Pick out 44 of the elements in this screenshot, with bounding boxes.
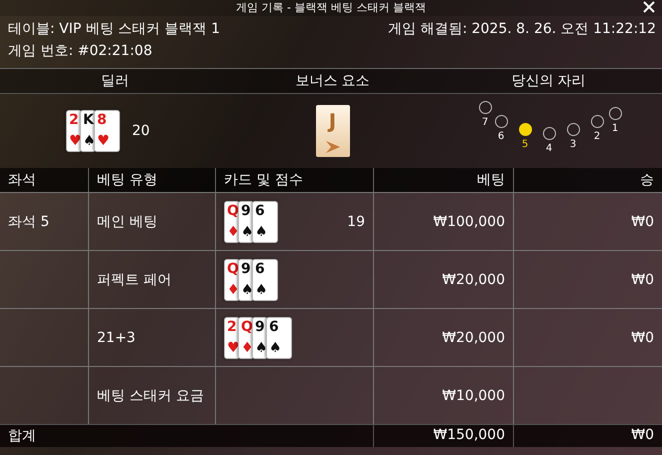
- column-header: 베팅 유형: [88, 168, 215, 192]
- playing-card: 8 ♥: [94, 110, 120, 152]
- table-cell: 21+3: [88, 308, 215, 366]
- hand-score: 19: [347, 212, 365, 232]
- table-cell: ₩0: [513, 250, 662, 308]
- resolved-time: 게임 해결됨: 2025. 8. 26. 오전 11:22:12: [388, 20, 656, 38]
- seat-number: 2: [594, 131, 600, 142]
- seat-number: 3: [570, 139, 576, 150]
- seat-number: 1: [612, 123, 618, 134]
- table-cell: ₩20,000: [373, 308, 513, 366]
- table-cell: ₩100,000: [373, 192, 513, 250]
- playing-card: 6 ♠: [266, 316, 292, 358]
- close-icon: [642, 0, 656, 14]
- bonus-card: J: [316, 105, 350, 157]
- table-cell: 메인 베팅: [88, 192, 215, 250]
- seat-number: 5: [522, 139, 528, 150]
- chevron-icon: [326, 141, 340, 153]
- table-cell: 베팅 스태커 요금: [88, 366, 215, 424]
- column-header: 베팅: [373, 168, 513, 192]
- window-title: 게임 기록 - 블랙잭 베팅 스태커 블랙잭: [236, 1, 426, 15]
- seat-number: 7: [482, 117, 488, 128]
- total-label: 합계: [7, 427, 37, 446]
- total-win: ₩0: [513, 425, 662, 447]
- total-bet: ₩150,000: [373, 425, 513, 447]
- column-header: 딜러: [100, 72, 130, 91]
- seat-number: 6: [498, 131, 504, 142]
- close-button[interactable]: [642, 0, 656, 14]
- playing-card: 6 ♠: [252, 258, 278, 300]
- table-name: 테이블: VIP 베팅 스태커 블랙잭 1: [8, 20, 222, 38]
- column-header: 승: [513, 168, 662, 192]
- column-header: 카드 및 점수: [215, 168, 373, 192]
- game-number: 게임 번호: #02:21:08: [8, 42, 154, 60]
- table-cell: 퍼펙트 페어: [88, 250, 215, 308]
- seat-number: 4: [546, 143, 552, 154]
- playing-card: 6 ♠: [252, 200, 278, 242]
- table-cell: ₩10,000: [373, 366, 513, 424]
- dealer-score: 20: [132, 123, 150, 139]
- column-header: 당신의 자리: [510, 72, 587, 91]
- table-cell: ₩0: [513, 192, 662, 250]
- column-header: 좌석: [0, 168, 88, 192]
- table-cell: ₩20,000: [373, 250, 513, 308]
- column-header: 보너스 요소: [294, 72, 371, 91]
- table-cell: ₩0: [513, 308, 662, 366]
- table-cell: 좌석 5: [0, 192, 88, 250]
